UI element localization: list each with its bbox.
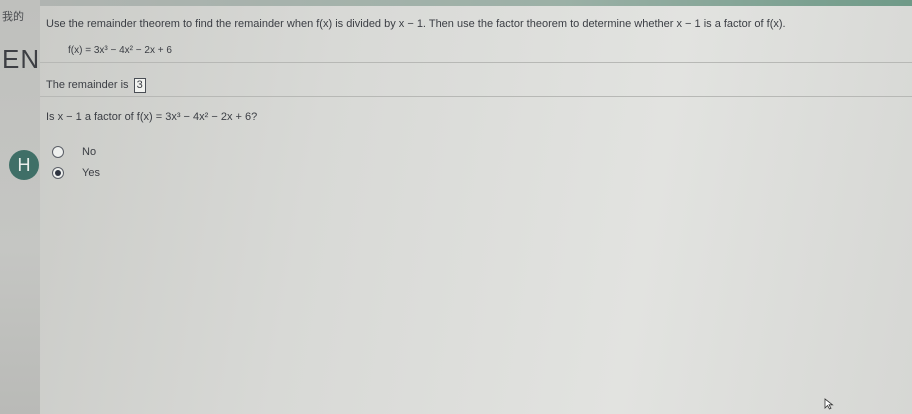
rail-label: 我的	[2, 11, 24, 23]
radio-no[interactable]	[52, 146, 64, 158]
option-yes[interactable]: Yes	[52, 167, 100, 179]
remainder-answer-field[interactable]: 3	[133, 78, 146, 93]
question-panel: Use the remainder theorem to find the re…	[40, 6, 912, 414]
divider	[40, 96, 912, 97]
factor-question: Is x − 1 a factor of f(x) = 3x³ − 4x² − …	[46, 111, 258, 123]
remainder-row: The remainder is 3	[46, 78, 146, 93]
option-no[interactable]: No	[52, 146, 96, 158]
option-no-label: No	[82, 146, 97, 158]
radio-yes[interactable]	[52, 167, 64, 179]
divider	[40, 62, 912, 63]
mouse-cursor-icon	[824, 398, 834, 410]
option-yes-label: Yes	[82, 167, 100, 179]
rail-brand: EN	[2, 44, 41, 74]
question-prompt: Use the remainder theorem to find the re…	[46, 18, 786, 30]
function-expression: f(x) = 3x³ − 4x² − 2x + 6	[68, 45, 172, 56]
remainder-label: The remainder is	[46, 79, 129, 91]
left-rail: 我的 EN H	[0, 0, 40, 414]
rail-badge: H	[9, 150, 39, 180]
